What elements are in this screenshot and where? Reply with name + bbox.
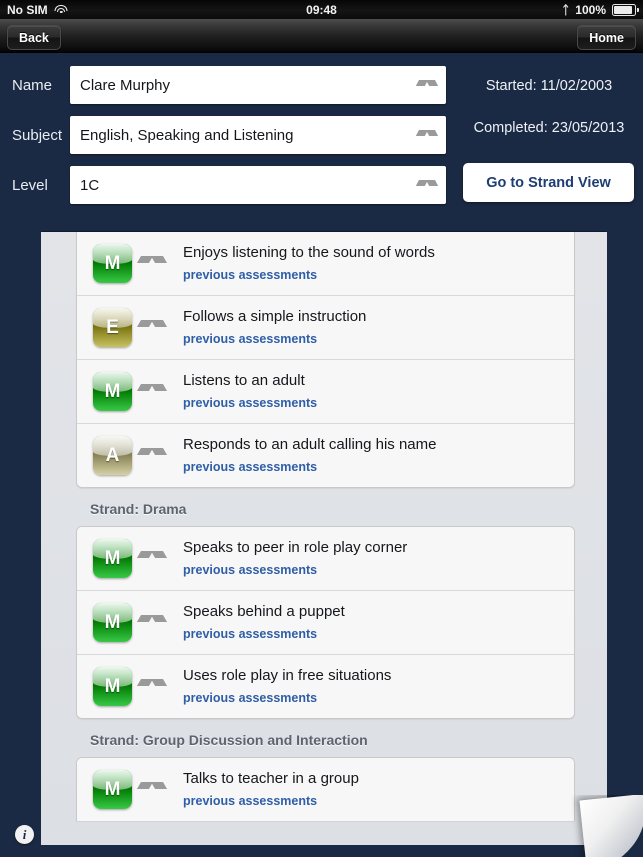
assessment-card: M Speaks to peer in role play corner previ… (76, 526, 575, 719)
assessment-row[interactable]: M Uses role play in free situations previo… (77, 655, 574, 718)
name-row: Name Clare Murphy (12, 66, 446, 104)
grade-badge-letter: M (104, 547, 121, 569)
back-button[interactable]: Back (7, 25, 61, 50)
assessment-panel[interactable]: M Enjoys listening to the sound of words p… (41, 232, 607, 845)
assessment-title: Listens to an adult (183, 371, 305, 389)
grade-badge-letter: A (105, 444, 120, 466)
battery-icon (612, 3, 639, 16)
assessment-row[interactable]: M Talks to teacher in a group previous ass… (77, 758, 574, 821)
level-value: 1C (80, 176, 100, 194)
assessment-row[interactable]: M Speaks to peer in role play corner previ… (77, 527, 574, 591)
strand-header: Strand: Drama (90, 501, 187, 517)
assessment-row[interactable]: M Enjoys listening to the sound of words p… (77, 232, 574, 296)
assessment-row[interactable]: E Follows a simple instruction previous as… (77, 296, 574, 360)
grade-badge-letter: M (104, 675, 121, 697)
grade-badge-letter: M (104, 252, 121, 274)
name-select[interactable]: Clare Murphy (70, 66, 446, 104)
bluetooth-icon: ᛏ (562, 2, 570, 17)
grade-badge-letter: E (106, 316, 119, 338)
level-select[interactable]: 1C (70, 166, 446, 204)
status-bar: No SIM 09:48 ᛏ 100% (0, 0, 643, 19)
assessment-text: Listens to an adult previous assessments (183, 371, 317, 410)
chevron-down-icon[interactable] (141, 551, 163, 566)
grade-badge[interactable]: M (93, 372, 132, 411)
page-curl-icon[interactable] (571, 795, 643, 857)
assessment-text: Speaks to peer in role play corner previo… (183, 538, 408, 577)
assessment-row[interactable]: M Speaks behind a puppet previous assessme… (77, 591, 574, 655)
page-curl-shadow (571, 795, 643, 857)
previous-assessments-link[interactable]: previous assessments (183, 332, 366, 346)
assessment-title: Uses role play in free situations (183, 666, 392, 684)
chevron-down-icon[interactable] (141, 256, 163, 271)
assessment-text: Follows a simple instruction previous ass… (183, 307, 367, 346)
grade-badge[interactable]: A (93, 436, 132, 475)
previous-assessments-link[interactable]: previous assessments (183, 627, 345, 641)
assessment-title: Responds to an adult calling his name (183, 435, 437, 453)
go-to-strand-view-button[interactable]: Go to Strand View (463, 163, 634, 202)
pupil-header: Name Clare Murphy Subject English, Speak… (0, 53, 643, 218)
grade-badge[interactable]: M (93, 244, 132, 283)
assessment-card: M Enjoys listening to the sound of words p… (76, 232, 575, 488)
subject-value: English, Speaking and Listening (80, 126, 294, 144)
chevron-down-icon[interactable] (141, 679, 163, 694)
subject-label: Subject (12, 126, 63, 144)
app-screen: No SIM 09:48 ᛏ 100% Back Home Name Clare… (0, 0, 643, 857)
grade-badge[interactable]: M (93, 603, 132, 642)
assessment-row[interactable]: A Responds to an adult calling his name pr… (77, 424, 574, 487)
assessment-text: Responds to an adult calling his name pre… (183, 435, 437, 474)
status-bar-time: 09:48 (306, 2, 337, 17)
grade-badge[interactable]: E (93, 308, 132, 347)
chevron-down-icon[interactable] (141, 782, 163, 797)
previous-assessments-link[interactable]: previous assessments (183, 794, 359, 808)
previous-assessments-link[interactable]: previous assessments (183, 563, 407, 577)
assessment-text: Talks to teacher in a group previous asse… (183, 769, 359, 808)
grade-badge[interactable]: M (93, 770, 132, 809)
chevron-down-icon (419, 130, 434, 145)
assessment-title: Enjoys listening to the sound of words (183, 243, 435, 261)
subject-select[interactable]: English, Speaking and Listening (70, 116, 446, 154)
assessment-list: M Enjoys listening to the sound of words p… (76, 232, 575, 821)
assessment-text: Speaks behind a puppet previous assessmen… (183, 602, 345, 641)
name-value: Clare Murphy (80, 76, 171, 94)
assessment-row[interactable]: M Listens to an adult previous assessments (77, 360, 574, 424)
info-icon[interactable]: i (15, 825, 34, 844)
battery-percent-label: 100% (575, 2, 606, 17)
grade-badge-letter: M (104, 778, 121, 800)
grade-badge[interactable]: M (93, 667, 132, 706)
chevron-down-icon (419, 180, 434, 195)
assessment-title: Speaks to peer in role play corner (183, 538, 408, 556)
level-label: Level (12, 176, 48, 194)
chevron-down-icon[interactable] (141, 615, 163, 630)
grade-badge-letter: M (104, 611, 121, 633)
chevron-down-icon[interactable] (141, 448, 163, 463)
status-bar-right: ᛏ 100% (562, 2, 639, 17)
assessment-title: Speaks behind a puppet (183, 602, 345, 620)
grade-badge[interactable]: M (93, 539, 132, 578)
assessment-text: Enjoys listening to the sound of words pr… (183, 243, 435, 282)
assessment-title: Follows a simple instruction (183, 307, 367, 325)
top-toolbar: Back Home (0, 19, 643, 53)
name-label: Name (12, 76, 53, 94)
subject-row: Subject English, Speaking and Listening (12, 116, 446, 154)
completed-date: Completed: 23/05/2013 (473, 120, 625, 136)
strand-header: Strand: Group Discussion and Interaction (90, 732, 368, 748)
level-row: Level 1C (12, 166, 446, 204)
assessment-card: M Talks to teacher in a group previous ass… (76, 757, 575, 821)
assessment-text: Uses role play in free situations previou… (183, 666, 392, 705)
started-date: Started: 11/02/2003 (485, 78, 613, 94)
previous-assessments-link[interactable]: previous assessments (183, 268, 435, 282)
chevron-down-icon (419, 80, 434, 95)
previous-assessments-link[interactable]: previous assessments (183, 396, 317, 410)
previous-assessments-link[interactable]: previous assessments (183, 691, 391, 705)
chevron-down-icon[interactable] (141, 320, 163, 335)
home-button[interactable]: Home (577, 25, 636, 50)
chevron-down-icon[interactable] (141, 384, 163, 399)
previous-assessments-link[interactable]: previous assessments (183, 460, 437, 474)
grade-badge-letter: M (104, 380, 121, 402)
assessment-title: Talks to teacher in a group (183, 769, 359, 787)
